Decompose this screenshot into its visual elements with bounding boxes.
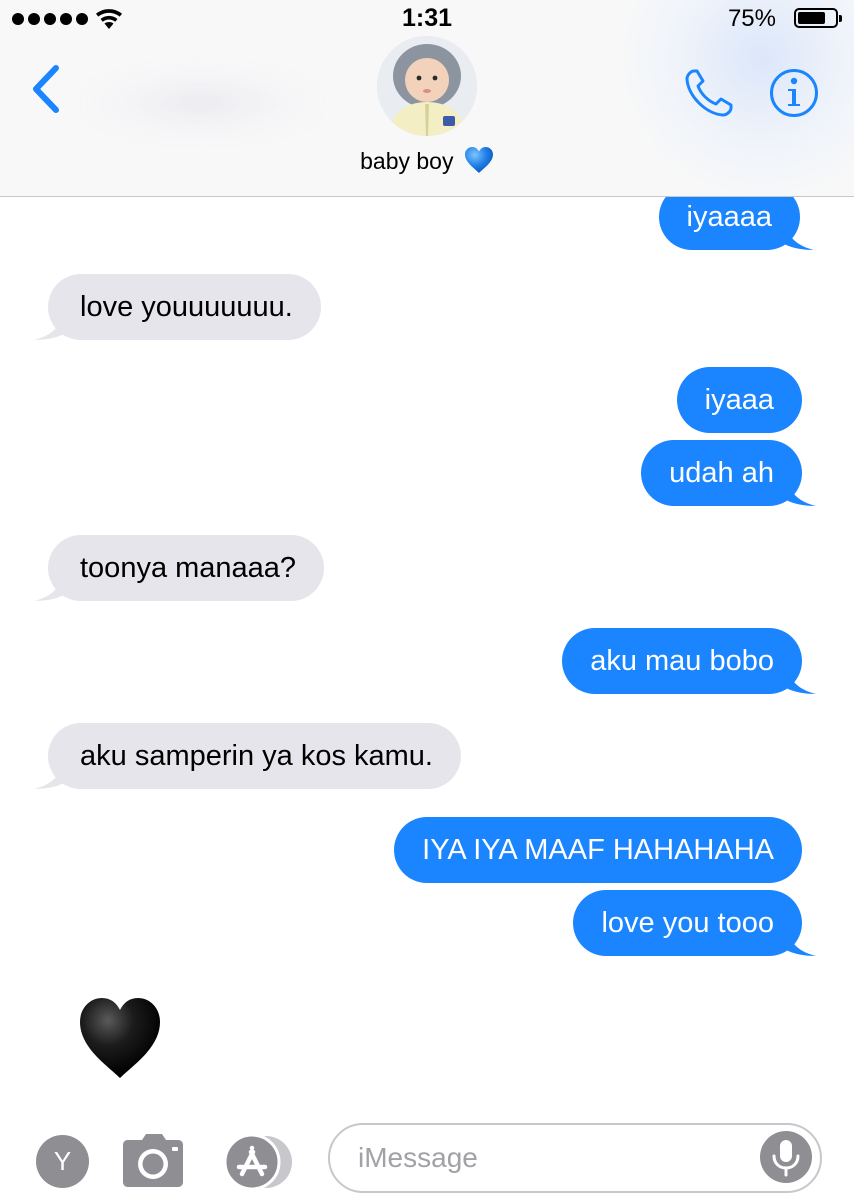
- avatar[interactable]: [377, 36, 477, 136]
- black-heart-icon[interactable]: [78, 996, 162, 1080]
- camera-icon[interactable]: [122, 1132, 184, 1188]
- message-input[interactable]: [358, 1135, 738, 1181]
- blue-heart-icon: [464, 147, 493, 173]
- blurred-region: [82, 64, 322, 142]
- microphone-icon: [772, 1140, 800, 1177]
- message-bubble-outgoing[interactable]: iyaaaa: [658, 197, 814, 250]
- chevron-left-icon[interactable]: [28, 62, 68, 116]
- message-text: toonya manaaa?: [80, 552, 297, 584]
- battery-icon: [794, 8, 842, 28]
- message-text: aku mau bobo: [590, 645, 774, 677]
- contact-name: baby boy: [360, 148, 454, 174]
- message-bubble-incoming[interactable]: toonya manaaa?: [34, 535, 325, 601]
- app-store-icon[interactable]: [222, 1134, 296, 1190]
- message-bubble-outgoing[interactable]: IYA IYA MAAF HAHAHAHA: [394, 817, 802, 883]
- bubble-tail: [34, 575, 64, 601]
- y-app-button[interactable]: Y: [36, 1135, 89, 1188]
- status-time: 1:31: [401, 4, 453, 32]
- message-bubble-outgoing[interactable]: love you tooo: [573, 890, 816, 956]
- message-input-container[interactable]: [328, 1123, 822, 1193]
- message-text: love youuuuuuu.: [80, 291, 293, 323]
- bubble-tail: [786, 668, 816, 694]
- message-text: love you tooo: [601, 907, 774, 939]
- message-bubble-outgoing[interactable]: iyaaa: [676, 367, 802, 433]
- message-bubble-outgoing[interactable]: aku mau bobo: [562, 628, 816, 694]
- message-text: udah ah: [669, 457, 774, 489]
- status-bar: 1:31 75%: [0, 0, 854, 38]
- message-transcript[interactable]: iyaaaa love youuuuuuu. iyaaa udah ah too…: [0, 197, 854, 1100]
- messages-screen: iyaaaa love youuuuuuu. iyaaa udah ah too…: [0, 0, 854, 1200]
- bubble-tail: [34, 314, 64, 340]
- info-icon[interactable]: [769, 68, 819, 118]
- message-text: IYA IYA MAAF HAHAHAHA: [422, 834, 774, 866]
- battery-percentage: 75%: [727, 5, 776, 32]
- bubble-tail: [786, 480, 816, 506]
- message-text: iyaaaa: [686, 201, 772, 233]
- bubble-tail: [784, 224, 814, 250]
- microphone-button[interactable]: [760, 1131, 812, 1183]
- message-bubble-incoming[interactable]: aku samperin ya kos kamu.: [34, 723, 461, 789]
- message-text: aku samperin ya kos kamu.: [80, 740, 433, 772]
- message-text: iyaaa: [704, 384, 774, 416]
- compose-bar: Y: [0, 1100, 854, 1200]
- message-bubble-incoming[interactable]: love youuuuuuu.: [34, 274, 321, 340]
- bubble-tail: [34, 763, 64, 789]
- avatar-photo: [377, 36, 477, 136]
- contact-name-row[interactable]: baby boy: [0, 146, 854, 175]
- phone-icon[interactable]: [682, 66, 736, 120]
- message-bubble-outgoing[interactable]: udah ah: [641, 440, 816, 506]
- bubble-tail: [786, 930, 816, 956]
